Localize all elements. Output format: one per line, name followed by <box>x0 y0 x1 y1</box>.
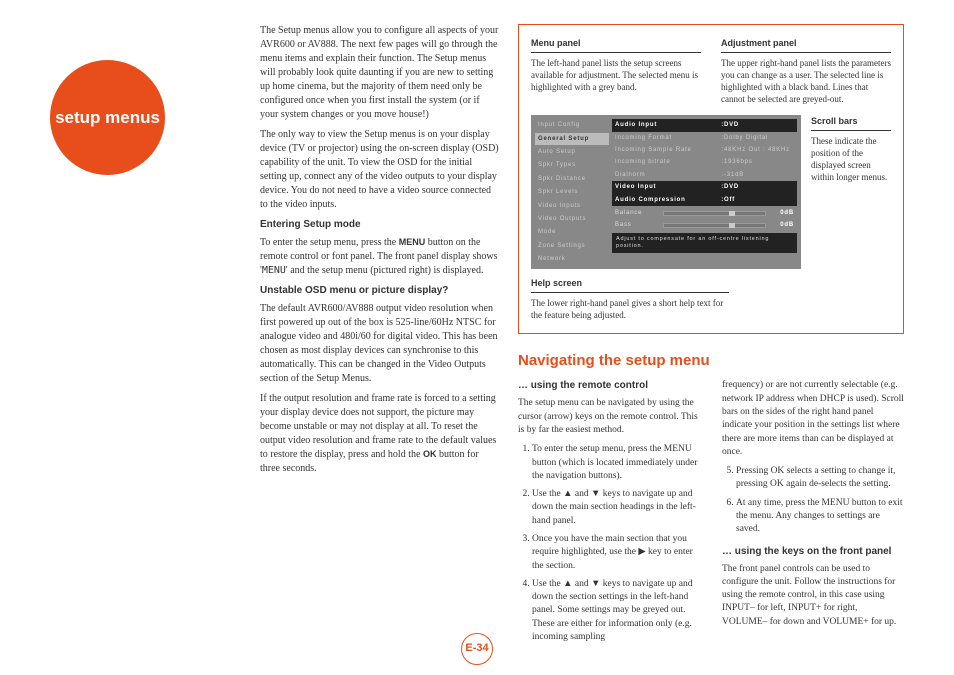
panel-header-row: Menu panel The left-hand panel lists the… <box>531 37 891 105</box>
remote-cont: frequency) or are not currently selectab… <box>722 379 904 459</box>
osd-menu-item: Network <box>535 253 609 265</box>
remote-step: To enter the setup menu, press the MENU … <box>532 443 700 483</box>
front-subhead: … using the keys on the front panel <box>722 545 904 559</box>
osd-param-row: Audio Compression: Off <box>612 194 797 206</box>
osd-menu-item: Mode <box>535 226 609 238</box>
remote-intro: The setup menu can be navigated by using… <box>518 397 700 437</box>
osd-slider-row: Bass0dB <box>612 219 797 231</box>
osd-menu-item: Spkr Distance <box>535 173 609 185</box>
entering-p1: To enter the setup menu, press the MENU … <box>260 236 500 278</box>
osd-menu-item: Spkr Levels <box>535 186 609 198</box>
osd-menu-item: Spkr Types <box>535 159 609 171</box>
intro-p1: The Setup menus allow you to configure a… <box>260 24 500 122</box>
remote-step: Use the ▲ and ▼ keys to navigate up and … <box>532 578 700 644</box>
remote-steps: To enter the setup menu, press the MENU … <box>532 443 700 644</box>
remote-step-5: Pressing OK selects a setting to change … <box>736 465 904 492</box>
remote-step: Once you have the main section that you … <box>532 533 700 573</box>
osd-wrap: Input ConfigGeneral SetupAuto SetupSpkr … <box>531 115 891 269</box>
osd-param-row: Incoming Format: Dolby Digital <box>612 132 797 144</box>
osd-adjustment-panel: Audio Input: DVDIncoming Format: Dolby D… <box>612 119 797 265</box>
remote-steps-cont: Pressing OK selects a setting to change … <box>736 465 904 536</box>
osd-menu-item: Video Inputs <box>535 200 609 212</box>
osd-menu-item: Video Outputs <box>535 213 609 225</box>
entering-heading: Entering Setup mode <box>260 218 500 232</box>
osd-menu-item: Auto Setup <box>535 146 609 158</box>
osd-param-row: Audio Input: DVD <box>612 119 797 131</box>
nav-col-right: frequency) or are not currently selectab… <box>722 379 904 649</box>
remote-subhead: … using the remote control <box>518 379 700 393</box>
osd-help-text: Adjust to compensate for an off-centre l… <box>612 233 797 253</box>
menu-panel-title: Menu panel <box>531 37 701 53</box>
osd-menu-panel: Input ConfigGeneral SetupAuto SetupSpkr … <box>535 119 609 265</box>
osd-param-row: Video Input: DVD <box>612 181 797 193</box>
help-panel-info: Help screen The lower right-hand panel g… <box>531 277 729 321</box>
unstable-p1: The default AVR600/AV888 output video re… <box>260 302 500 386</box>
unstable-heading: Unstable OSD menu or picture display? <box>260 284 500 298</box>
nav-columns: … using the remote control The setup men… <box>518 379 904 649</box>
callout-box: Menu panel The left-hand panel lists the… <box>518 24 904 334</box>
intro-p2: The only way to view the Setup menus is … <box>260 128 500 212</box>
remote-step: Use the ▲ and ▼ keys to navigate up and … <box>532 488 700 528</box>
unstable-p2: If the output resolution and frame rate … <box>260 392 500 476</box>
remote-step-6: At any time, press the MENU button to ex… <box>736 497 904 537</box>
scrollbars-desc: These indicate the position of the displ… <box>811 135 891 184</box>
menu-panel-info: Menu panel The left-hand panel lists the… <box>531 37 701 105</box>
page-number: E-34 <box>461 633 493 665</box>
title-badge-text: setup menus <box>55 106 160 130</box>
help-panel-title: Help screen <box>531 277 729 293</box>
adjustment-panel-desc: The upper right-hand panel lists the par… <box>721 57 891 106</box>
adjustment-panel-info: Adjustment panel The upper right-hand pa… <box>721 37 891 105</box>
help-panel-desc: The lower right-hand panel gives a short… <box>531 297 729 321</box>
menu-panel-desc: The left-hand panel lists the setup scre… <box>531 57 701 93</box>
front-p: The front panel controls can be used to … <box>722 563 904 629</box>
scrollbars-info: Scroll bars These indicate the position … <box>811 115 891 183</box>
osd-menu-item: Input Config <box>535 119 609 131</box>
osd-menu-item: Zone Settings <box>535 240 609 252</box>
page-content: The Setup menus allow you to configure a… <box>260 24 904 649</box>
nav-col-left: … using the remote control The setup men… <box>518 379 700 649</box>
scrollbars-title: Scroll bars <box>811 115 891 131</box>
osd-menu-item: General Setup <box>535 133 609 145</box>
osd-screenshot: Input ConfigGeneral SetupAuto SetupSpkr … <box>531 115 801 269</box>
osd-param-row: Incoming bitrate: 1936bps <box>612 156 797 168</box>
title-badge: setup menus <box>50 60 165 175</box>
osd-slider-row: Balance0dB <box>612 207 797 219</box>
left-column: The Setup menus allow you to configure a… <box>260 24 500 649</box>
right-column: Menu panel The left-hand panel lists the… <box>518 24 904 649</box>
adjustment-panel-title: Adjustment panel <box>721 37 891 53</box>
navigating-title: Navigating the setup menu <box>518 350 904 371</box>
osd-param-row: Incoming Sample Rate: 48KHz Out : 48KHz <box>612 144 797 156</box>
osd-param-row: Dialnorm: -31dB <box>612 169 797 181</box>
